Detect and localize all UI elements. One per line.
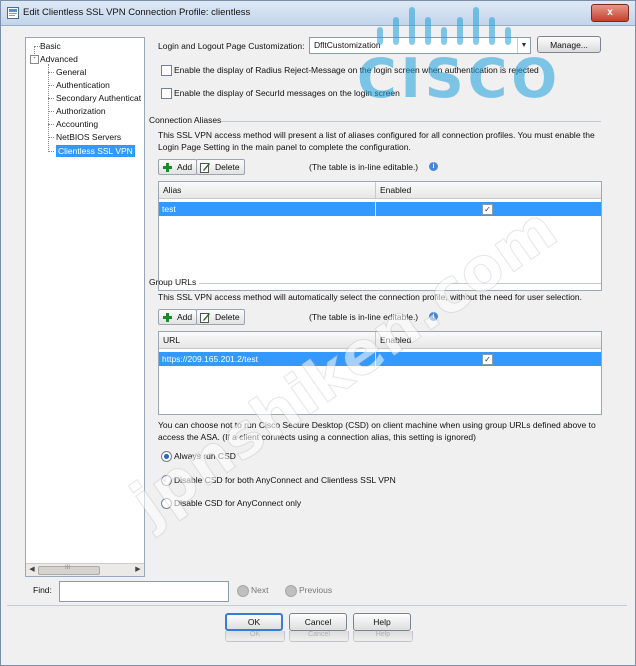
collapse-icon[interactable]: - <box>30 55 39 64</box>
csd-disable-both-label: Disable CSD for both AnyConnect and Clie… <box>174 475 396 485</box>
radius-reject-checkbox[interactable] <box>161 65 172 76</box>
alias-enabled-checkbox[interactable]: ✓ <box>482 204 493 215</box>
tree-line <box>48 137 54 138</box>
scroll-left-icon[interactable]: ◀ <box>27 565 37 575</box>
url-enabled-checkbox[interactable]: ✓ <box>482 354 493 365</box>
nav-tree: - Basic Advanced General Authentication … <box>25 37 145 577</box>
url-delete-button[interactable]: Delete <box>196 309 245 325</box>
tree-line <box>48 64 49 152</box>
csd-disable-both-radio[interactable] <box>161 475 172 486</box>
help-button[interactable]: Help <box>353 613 411 631</box>
csd-always-label: Always run CSD <box>174 451 236 461</box>
ok-button[interactable]: OK <box>225 613 283 631</box>
url-cell[interactable]: https://209.165.201.2/test <box>159 352 375 366</box>
window-title: Edit Clientless SSL VPN Connection Profi… <box>23 7 251 18</box>
alias-delete-button[interactable]: Delete <box>196 159 245 175</box>
tree-line <box>48 98 54 99</box>
tree-line <box>48 124 54 125</box>
group-urls-heading: Group URLs <box>149 277 197 287</box>
login-customization-select[interactable]: DfltCustomization ▼ <box>309 37 531 54</box>
column-header-url[interactable]: URL <box>159 332 375 348</box>
nav-item-clientless-ssl-vpn[interactable]: Clientless SSL VPN <box>56 145 135 157</box>
nav-item-authorization[interactable]: Authorization <box>56 105 106 117</box>
securid-label: Enable the display of SecurId messages o… <box>174 88 400 98</box>
scroll-grip: III <box>65 565 71 571</box>
nav-item-basic[interactable]: Basic <box>40 40 61 52</box>
aliases-table-header: Alias Enabled <box>159 182 601 199</box>
enabled-cell[interactable]: ✓ <box>375 352 601 366</box>
column-header-enabled[interactable]: Enabled <box>375 332 601 348</box>
nav-item-authentication[interactable]: Authentication <box>56 79 110 91</box>
csd-disable-anyconnect-label: Disable CSD for AnyConnect only <box>174 498 302 508</box>
aliases-table: Alias Enabled test ✓ <box>158 181 602 291</box>
nav-item-accounting[interactable]: Accounting <box>56 118 98 130</box>
find-next-button[interactable]: Next <box>251 585 268 595</box>
edit-delete-icon <box>200 163 210 173</box>
scroll-thumb[interactable]: III <box>38 565 100 575</box>
csd-disable-anyconnect-radio[interactable] <box>161 498 172 509</box>
nav-item-netbios-servers[interactable]: NetBIOS Servers <box>56 131 121 143</box>
cancel-button-reflection: Cancel <box>289 631 349 642</box>
group-urls-table: URL Enabled https://209.165.201.2/test ✓ <box>158 331 602 415</box>
column-header-enabled[interactable]: Enabled <box>375 182 601 198</box>
url-table-hint: (The table is in-line editable.) <box>309 312 419 322</box>
csd-always-radio[interactable] <box>161 451 172 462</box>
ok-button-reflection: OK <box>225 631 285 642</box>
scroll-right-icon[interactable]: ▶ <box>133 565 143 575</box>
tree-line <box>48 72 54 73</box>
login-customization-value: DfltCustomization <box>314 40 381 50</box>
main-panel: Login and Logout Page Customization: Dfl… <box>149 36 609 575</box>
url-add-label: Add <box>177 312 193 322</box>
csd-description: You can choose not to run Cisco Secure D… <box>158 420 596 442</box>
find-input[interactable] <box>59 581 229 602</box>
group-urls-description: This SSL VPN access method will automati… <box>158 292 582 302</box>
manage-button[interactable]: Manage... <box>537 36 601 53</box>
alias-table-hint: (The table is in-line editable.) <box>309 162 419 172</box>
previous-icon[interactable] <box>285 585 297 597</box>
nav-horizontal-scrollbar[interactable]: ◀ III ▶ <box>26 563 144 576</box>
find-previous-button[interactable]: Previous <box>299 585 332 595</box>
section-divider <box>221 121 601 122</box>
group-urls-table-header: URL Enabled <box>159 332 601 349</box>
tree-line <box>48 85 54 86</box>
section-divider <box>199 283 601 284</box>
plus-icon <box>163 163 172 172</box>
title-bar[interactable]: Edit Clientless SSL VPN Connection Profi… <box>1 1 635 26</box>
nav-item-secondary-authentication[interactable]: Secondary Authenticat <box>56 92 141 104</box>
url-delete-label: Delete <box>215 312 240 322</box>
connection-aliases-description: This SSL VPN access method will present … <box>158 130 595 152</box>
plus-icon <box>163 313 172 322</box>
connection-aliases-heading: Connection Aliases <box>149 115 222 125</box>
app-icon <box>7 7 19 19</box>
nav-item-general[interactable]: General <box>56 66 86 78</box>
column-header-alias[interactable]: Alias <box>159 182 375 198</box>
tree-line <box>48 151 54 152</box>
alias-add-label: Add <box>177 162 193 172</box>
alias-add-button[interactable]: Add <box>158 159 198 175</box>
dialog-window: Edit Clientless SSL VPN Connection Profi… <box>0 0 636 666</box>
footer-divider <box>7 605 627 606</box>
radius-reject-label: Enable the display of Radius Reject-Mess… <box>174 65 539 75</box>
securid-checkbox[interactable] <box>161 88 172 99</box>
enabled-cell[interactable]: ✓ <box>375 202 601 216</box>
find-label: Find: <box>33 585 52 595</box>
cancel-button[interactable]: Cancel <box>289 613 347 631</box>
info-icon[interactable]: i <box>429 162 438 171</box>
next-icon[interactable] <box>237 585 249 597</box>
find-bar: Find: Next Previous <box>25 581 613 602</box>
tree-line <box>48 111 54 112</box>
alias-cell[interactable]: test <box>159 202 375 216</box>
login-customization-label: Login and Logout Page Customization: <box>158 41 305 51</box>
close-button[interactable]: x <box>591 4 629 22</box>
table-row[interactable]: https://209.165.201.2/test ✓ <box>159 352 601 366</box>
alias-delete-label: Delete <box>215 162 240 172</box>
table-row[interactable]: test ✓ <box>159 202 601 216</box>
chevron-down-icon[interactable]: ▼ <box>517 38 530 53</box>
nav-item-advanced[interactable]: Advanced <box>40 53 78 65</box>
url-add-button[interactable]: Add <box>158 309 198 325</box>
edit-delete-icon <box>200 313 210 323</box>
help-button-reflection: Help <box>353 631 413 642</box>
info-icon[interactable]: i <box>429 312 438 321</box>
